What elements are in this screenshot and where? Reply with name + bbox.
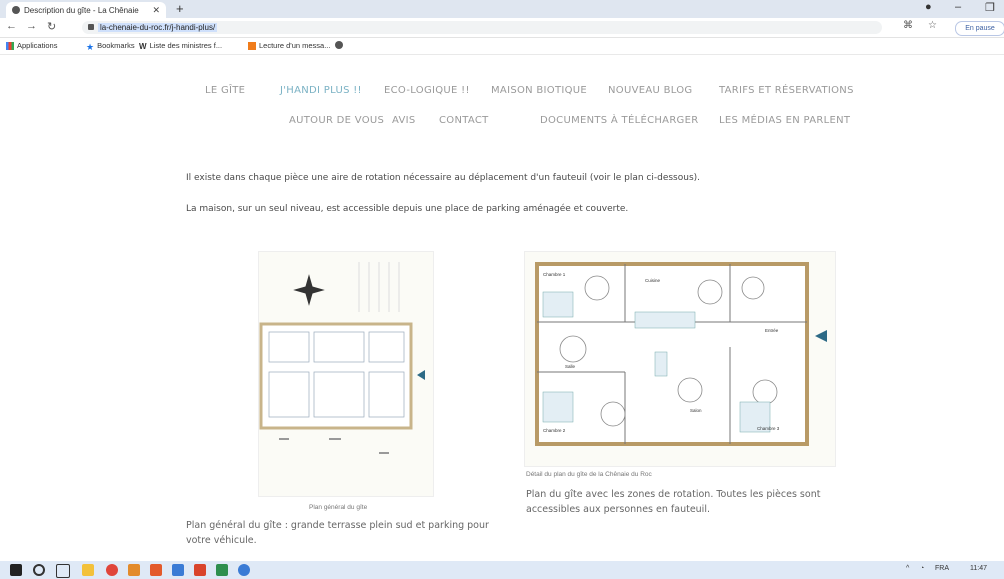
site-favicon-icon bbox=[12, 6, 20, 14]
forward-icon[interactable]: → bbox=[26, 20, 37, 32]
browser-tab-bar: Description du gîte - La Chênaie ✕ + ● –… bbox=[0, 0, 1004, 18]
url-input[interactable]: la-chenaie-du-roc.fr/j-handi-plus/ bbox=[82, 21, 882, 34]
app-icon-blue[interactable] bbox=[172, 564, 184, 576]
pause-label: En pause bbox=[965, 25, 995, 32]
globe-icon bbox=[335, 41, 343, 49]
bookmark-label: Bookmarks bbox=[97, 41, 135, 50]
back-icon[interactable]: ← bbox=[6, 20, 17, 32]
profile-pause-button[interactable]: En pause bbox=[955, 21, 1004, 36]
apps-grid-icon bbox=[6, 41, 14, 50]
restore-button[interactable]: ❐ bbox=[985, 1, 995, 14]
room-chambre2-label: Chambre 2 bbox=[543, 428, 566, 433]
nav-autour[interactable]: AUTOUR DE VOUS bbox=[289, 115, 384, 126]
nav-nouveau-blog[interactable]: NOUVEAU BLOG bbox=[608, 85, 692, 96]
mail-icon bbox=[248, 41, 256, 50]
profile-icon[interactable]: ● bbox=[925, 1, 932, 13]
address-bar-row: ← → ↻ la-chenaie-du-roc.fr/j-handi-plus/… bbox=[0, 18, 1004, 38]
room-entree-label: Entrée bbox=[765, 328, 779, 333]
plan-general-drawing bbox=[259, 262, 425, 454]
task-view-icon[interactable] bbox=[56, 564, 70, 578]
bookmark-bookmarks[interactable]: ★ Bookmarks bbox=[86, 41, 135, 52]
app-icon-round[interactable] bbox=[238, 564, 250, 576]
paragraph-access: La maison, sur un seul niveau, est acces… bbox=[186, 204, 629, 214]
room-salle-label: Salle bbox=[565, 364, 576, 369]
bookmark-label: Lecture d'un messa... bbox=[259, 41, 331, 50]
translate-icon[interactable]: ⌘ bbox=[903, 20, 913, 31]
search-icon[interactable] bbox=[33, 564, 45, 576]
start-button-icon[interactable] bbox=[10, 564, 22, 576]
nav-contact[interactable]: CONTACT bbox=[439, 115, 489, 126]
new-tab-button[interactable]: + bbox=[176, 1, 184, 16]
plan-detail-drawing: Chambre 1 Cuisine Entrée Salle Salon Cha… bbox=[535, 262, 827, 446]
nav-avis[interactable]: AVIS bbox=[392, 115, 416, 126]
bookmark-ministres[interactable]: W Liste des ministres f... bbox=[139, 41, 223, 51]
file-explorer-icon[interactable] bbox=[82, 564, 94, 576]
bookmark-extra[interactable] bbox=[335, 41, 346, 49]
tray-chevron-icon[interactable]: ^ bbox=[906, 565, 909, 572]
nav-eco-logique[interactable]: ECO-LOGIQUE !! bbox=[384, 85, 470, 96]
minimize-button[interactable]: – bbox=[955, 1, 961, 13]
bookmark-applications[interactable]: Applications bbox=[6, 41, 57, 50]
nav-handi-plus[interactable]: J'HANDI PLUS !! bbox=[280, 85, 362, 96]
clock-time[interactable]: 11:47 bbox=[970, 565, 987, 572]
wikipedia-icon: W bbox=[139, 41, 147, 51]
plan-detail-description: Plan du gîte avec les zones de rotation.… bbox=[526, 489, 821, 515]
bookmark-star-icon[interactable]: ☆ bbox=[928, 20, 937, 31]
app-icon-green[interactable] bbox=[216, 564, 228, 576]
nav-le-gite[interactable]: LE GÎTE bbox=[205, 85, 245, 96]
room-salon-label: Salon bbox=[690, 408, 702, 413]
app-icon-orange[interactable] bbox=[128, 564, 140, 576]
plan-detail-caption: Détail du plan du gîte de la Chênaie du … bbox=[526, 471, 652, 478]
powerpoint-icon[interactable] bbox=[194, 564, 206, 576]
network-icon[interactable]: ◔ bbox=[920, 565, 924, 572]
lock-icon bbox=[88, 24, 94, 30]
tab-title: Description du gîte - La Chênaie bbox=[24, 5, 139, 15]
url-text: la-chenaie-du-roc.fr/j-handi-plus/ bbox=[98, 23, 218, 32]
nav-medias[interactable]: LES MÉDIAS EN PARLENT bbox=[719, 115, 850, 126]
browser-tab[interactable]: Description du gîte - La Chênaie ✕ bbox=[6, 2, 166, 18]
reload-icon[interactable]: ↻ bbox=[47, 20, 56, 33]
web-page: LE GÎTE J'HANDI PLUS !! ECO-LOGIQUE !! M… bbox=[0, 55, 1004, 560]
plan-general-caption: Plan général du gîte bbox=[309, 504, 368, 511]
vlc-icon[interactable] bbox=[150, 564, 162, 576]
windows-taskbar: ^ ◔ FRA 11:47 bbox=[0, 561, 1004, 579]
plan-general-image[interactable]: Plan général du gîte bbox=[258, 251, 434, 511]
nav-tarifs[interactable]: TARIFS ET RÉSERVATIONS bbox=[719, 85, 854, 96]
nav-documents[interactable]: DOCUMENTS À TÉLÉCHARGER bbox=[540, 115, 698, 126]
room-chambre1-label: Chambre 1 bbox=[543, 272, 566, 277]
bookmarks-bar: Applications ★ Bookmarks W Liste des min… bbox=[0, 38, 1004, 55]
nav-maison-biotique[interactable]: MAISON BIOTIQUE bbox=[491, 85, 587, 96]
room-cuisine-label: Cuisine bbox=[645, 278, 661, 283]
star-icon: ★ bbox=[86, 41, 95, 52]
paragraph-rotation: Il existe dans chaque pièce une aire de … bbox=[186, 173, 701, 183]
room-chambre3-label: Chambre 3 bbox=[757, 426, 780, 431]
language-indicator[interactable]: FRA bbox=[935, 565, 949, 572]
bookmark-label: Applications bbox=[17, 41, 58, 50]
plan-general-description: Plan général du gîte : grande terrasse p… bbox=[186, 520, 489, 546]
compass-rose-icon bbox=[293, 274, 325, 306]
chrome-icon[interactable] bbox=[106, 564, 118, 576]
tab-close-icon[interactable]: ✕ bbox=[152, 5, 160, 16]
plan-detail-image[interactable]: Chambre 1 Cuisine Entrée Salle Salon Cha… bbox=[524, 251, 836, 467]
bookmark-messagerie[interactable]: Lecture d'un messa... bbox=[248, 41, 330, 50]
bookmark-label: Liste des ministres f... bbox=[149, 41, 223, 50]
